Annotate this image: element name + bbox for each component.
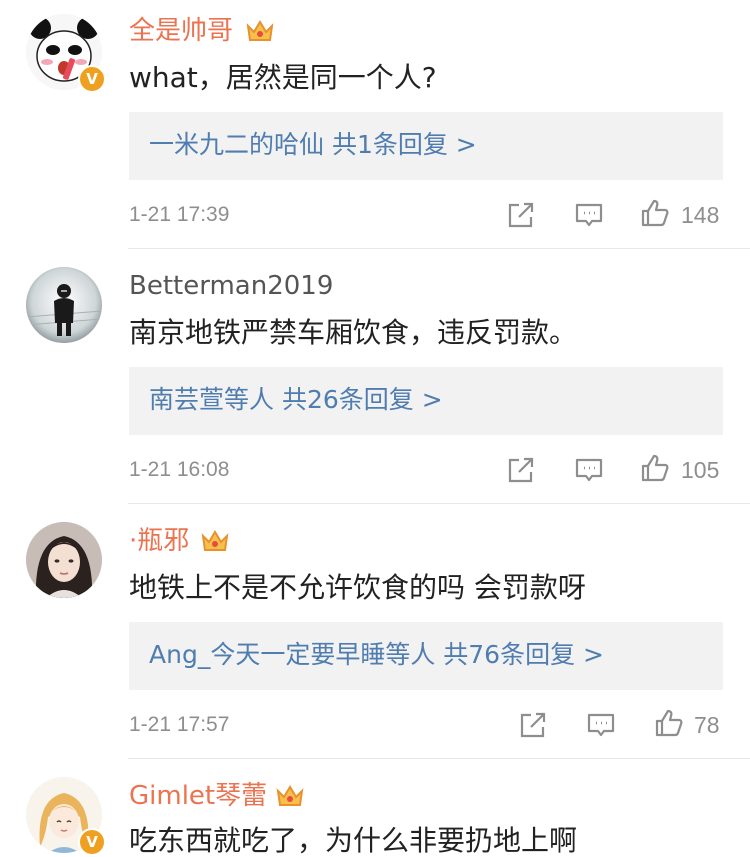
comment-item: Betterman2019 南京地铁严禁车厢饮食，违反罚款。 南芸萱等人 共26…: [0, 249, 750, 503]
like-count: 105: [681, 457, 720, 483]
comment-icon[interactable]: [574, 200, 604, 230]
thumbs-up-icon[interactable]: [654, 708, 684, 738]
timestamp: 1-21 17:39: [129, 203, 230, 226]
share-icon[interactable]: [506, 200, 536, 230]
comment-text: what，居然是同一个人?: [129, 61, 437, 94]
comment-icon[interactable]: [586, 710, 616, 740]
replies-link[interactable]: Ang_今天一定要早睡等人 共76条回复 >: [129, 622, 723, 690]
thumbs-up-icon[interactable]: [640, 198, 670, 228]
replies-link[interactable]: 南芸萱等人 共26条回复 >: [129, 367, 723, 435]
timestamp: 1-21 16:08: [129, 458, 230, 481]
username[interactable]: ·瓶邪: [129, 526, 189, 556]
comment-item: V 全是帅哥 what，居然是同一个人? 一米九二的哈仙 共1条回复 > 1-2…: [0, 0, 750, 248]
share-icon[interactable]: [506, 455, 536, 485]
comment-text: 吃东西就吃了，为什么非要扔地上啊: [129, 824, 578, 857]
replies-link[interactable]: 一米九二的哈仙 共1条回复 >: [129, 112, 723, 180]
comment-text: 地铁上不是不允许饮食的吗 会罚款呀: [129, 571, 586, 604]
comment-icon[interactable]: [574, 455, 604, 485]
like-count: 148: [681, 202, 720, 228]
username[interactable]: Betterman2019: [129, 271, 333, 301]
crown-icon: [201, 530, 229, 551]
username[interactable]: 全是帅哥: [129, 16, 233, 46]
comment-item: V Gimlet琴蕾 吃东西就吃了，为什么非要扔地上啊: [0, 759, 750, 857]
crown-icon: [276, 785, 304, 806]
like-count: 78: [694, 712, 720, 738]
timestamp: 1-21 17:57: [129, 713, 230, 736]
avatar[interactable]: [26, 522, 102, 598]
replies-text: 南芸萱等人 共26条回复 >: [149, 385, 443, 414]
replies-text: Ang_今天一定要早睡等人 共76条回复 >: [149, 640, 604, 669]
thumbs-up-icon[interactable]: [640, 453, 670, 483]
avatar[interactable]: [26, 267, 102, 343]
verified-badge-icon: V: [78, 828, 106, 856]
crown-icon: [246, 20, 274, 41]
replies-text: 一米九二的哈仙 共1条回复 >: [149, 130, 477, 159]
verified-badge-icon: V: [78, 65, 106, 93]
share-icon[interactable]: [518, 710, 548, 740]
comment-item: ·瓶邪 地铁上不是不允许饮食的吗 会罚款呀 Ang_今天一定要早睡等人 共76条…: [0, 504, 750, 758]
comment-text: 南京地铁严禁车厢饮食，违反罚款。: [129, 316, 578, 349]
username[interactable]: Gimlet琴蕾: [129, 781, 267, 811]
